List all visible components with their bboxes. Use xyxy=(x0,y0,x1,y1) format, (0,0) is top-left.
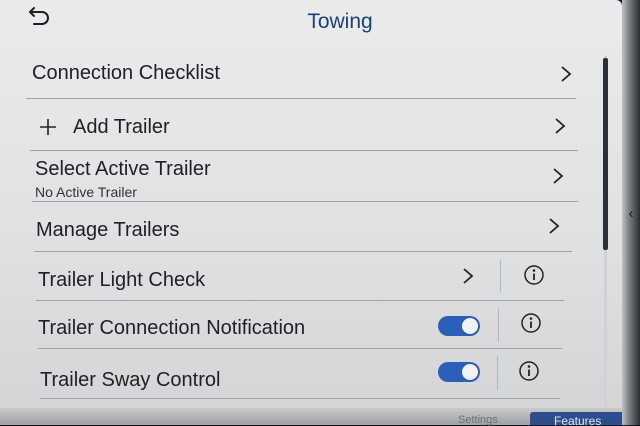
trailer-sway-control-toggle[interactable] xyxy=(438,362,480,382)
features-tab-label: Features xyxy=(554,414,602,425)
back-arrow-icon xyxy=(29,7,49,25)
select-active-trailer-row[interactable]: Select Active Trailer No Active Trailer xyxy=(32,154,578,200)
towing-screen: Towing Connection Checklist Add Trailer … xyxy=(0,0,622,426)
divider xyxy=(38,348,562,349)
divider xyxy=(32,201,578,202)
trailer-sway-control-row: Trailer Sway Control xyxy=(40,354,440,396)
trailer-light-check-row[interactable]: Trailer Light Check xyxy=(36,256,496,298)
trailer-light-check-label: Trailer Light Check xyxy=(38,269,206,291)
trailer-connection-notification-label: Trailer Connection Notification xyxy=(38,317,306,339)
features-tab[interactable]: Features xyxy=(530,412,622,425)
trailer-connection-notification-row: Trailer Connection Notification xyxy=(38,306,478,346)
separator xyxy=(497,356,498,390)
trailer-sway-control-label: Trailer Sway Control xyxy=(40,369,221,391)
info-icon[interactable] xyxy=(518,360,540,382)
add-trailer-row[interactable]: Add Trailer xyxy=(30,104,580,148)
divider xyxy=(36,300,564,301)
back-button[interactable] xyxy=(26,6,54,28)
separator xyxy=(500,260,501,292)
settings-tab-label[interactable]: Settings xyxy=(458,414,498,426)
add-trailer-label: Add Trailer xyxy=(73,116,170,138)
chevron-right-icon xyxy=(553,168,564,184)
select-active-trailer-label: Select Active Trailer xyxy=(35,158,211,180)
info-icon[interactable] xyxy=(523,264,545,286)
scrollbar-thumb[interactable] xyxy=(603,58,608,250)
chevron-right-icon xyxy=(561,66,572,82)
connection-checklist-row[interactable]: Connection Checklist xyxy=(26,56,586,98)
trailer-connection-notification-toggle[interactable] xyxy=(438,316,480,336)
bottom-bar xyxy=(0,408,622,425)
chevron-right-icon xyxy=(555,118,566,134)
chevron-left-icon: ‹ xyxy=(628,205,634,222)
active-trailer-status: No Active Trailer xyxy=(35,184,137,200)
divider xyxy=(26,98,576,99)
manage-trailers-row[interactable]: Manage Trailers xyxy=(34,206,574,248)
toggle-knob xyxy=(462,364,478,380)
separator xyxy=(498,308,499,342)
info-icon[interactable] xyxy=(520,312,542,334)
manage-trailers-label: Manage Trailers xyxy=(36,219,180,241)
plus-icon xyxy=(40,119,56,135)
chevron-right-icon xyxy=(549,218,560,234)
page-title: Towing xyxy=(307,10,373,33)
divider xyxy=(30,150,578,151)
divider xyxy=(40,398,560,399)
toggle-knob xyxy=(462,318,478,334)
divider xyxy=(34,251,572,252)
chevron-right-icon xyxy=(463,268,474,284)
connection-checklist-label: Connection Checklist xyxy=(32,62,220,84)
